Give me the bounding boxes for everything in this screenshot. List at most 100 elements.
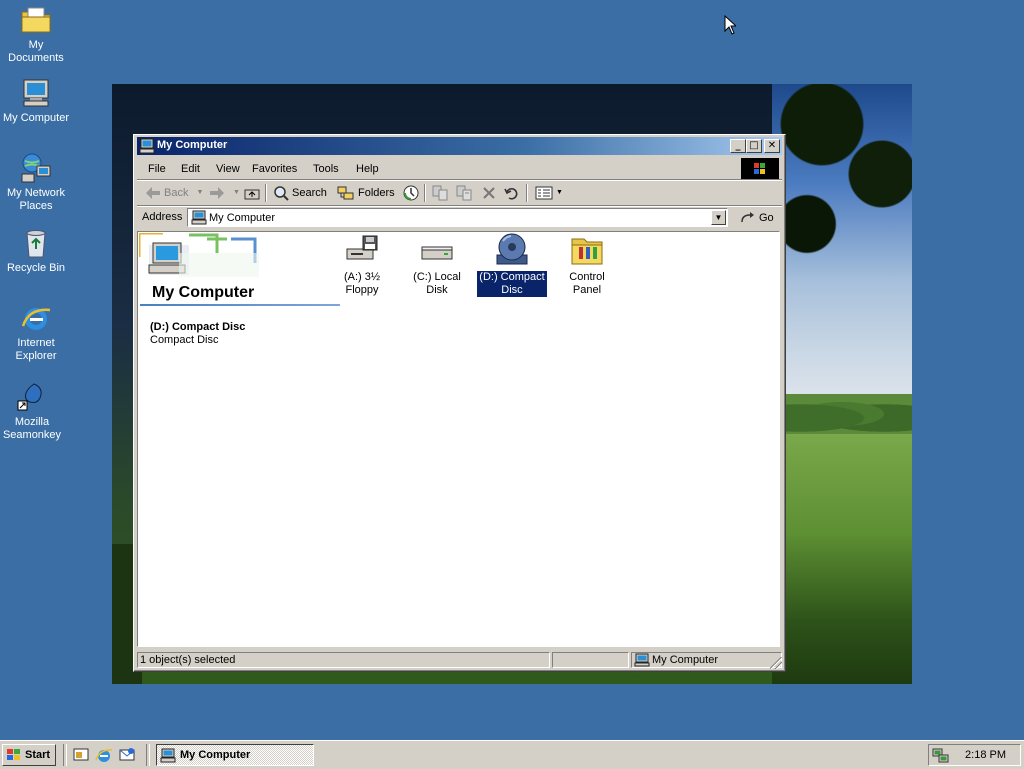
minimize-icon: _ <box>735 140 741 151</box>
search-icon <box>274 186 289 201</box>
undo-icon <box>504 188 518 200</box>
delete-button[interactable] <box>479 183 499 203</box>
address-input[interactable]: My Computer ▼ <box>187 208 728 227</box>
internet-explorer-icon <box>95 749 113 762</box>
network-tray-icon[interactable] <box>932 747 950 763</box>
folder-content-area[interactable]: My Computer (D:) Compact Disc Compact Di… <box>137 231 780 647</box>
quick-launch-internet-explorer[interactable] <box>95 746 113 764</box>
back-label: Back <box>164 187 189 199</box>
my-computer-window: My Computer _ □ ✕ File Edit View Favorit… <box>133 134 786 672</box>
search-button[interactable]: Search <box>270 183 330 203</box>
status-selection-count: 1 object(s) selected <box>137 652 550 668</box>
start-label: Start <box>25 749 51 761</box>
desktop-icon-label: Recycle Bin <box>6 262 66 274</box>
go-button[interactable]: Go <box>740 209 774 227</box>
address-label: Address <box>142 211 183 223</box>
copy-to-button[interactable] <box>453 183 475 203</box>
folders-label: Folders <box>358 187 395 199</box>
search-label: Search <box>292 187 327 199</box>
menu-tools[interactable]: Tools <box>307 161 345 177</box>
desktop-icon-mozilla-seamonkey[interactable]: Mozilla Seamonkey <box>0 381 70 442</box>
desktop-icon-label: Mozilla Seamonkey <box>2 416 62 441</box>
computer-icon <box>20 77 52 109</box>
desktop-icon-network-places[interactable]: My Network Places <box>0 152 74 213</box>
desktop-icon-internet-explorer[interactable]: Internet Explorer <box>0 302 74 363</box>
delete-icon <box>483 187 495 199</box>
views-icon <box>535 186 553 200</box>
desktop-icon-my-computer[interactable]: My Computer <box>0 77 74 125</box>
menu-file[interactable]: File <box>142 161 172 177</box>
taskbar-separator <box>63 744 67 766</box>
desktop-icon-my-documents[interactable]: My Documents <box>0 4 74 65</box>
mouse-cursor-icon <box>724 15 736 35</box>
history-button[interactable] <box>400 183 422 203</box>
address-value: My Computer <box>209 212 276 224</box>
folders-button[interactable]: Folders <box>334 183 398 203</box>
minimize-button[interactable]: _ <box>730 139 746 153</box>
title-bar[interactable]: My Computer _ □ ✕ <box>137 137 782 155</box>
quick-launch-outlook[interactable] <box>118 746 136 764</box>
floppy-drive-icon <box>345 233 379 267</box>
resize-grip[interactable] <box>770 657 782 669</box>
clock[interactable]: 2:18 PM <box>965 749 1006 761</box>
menu-view[interactable]: View <box>210 161 246 177</box>
folder-banner: My Computer <box>137 231 340 306</box>
toolbar-separator <box>424 184 426 202</box>
drive-label: (A:) 3½ Floppy <box>343 271 381 296</box>
start-button[interactable]: Start <box>2 744 56 766</box>
toolbar-separator <box>526 184 528 202</box>
move-to-button[interactable] <box>429 183 451 203</box>
back-button[interactable]: Back ▼ <box>142 183 206 203</box>
maximize-icon: □ <box>749 140 759 151</box>
views-button[interactable]: ▼ <box>532 183 566 203</box>
go-label: Go <box>759 212 774 224</box>
wallpaper-trees <box>772 394 912 434</box>
local-disk-item[interactable]: (C:) Local Disk <box>402 233 472 297</box>
show-desktop-button[interactable] <box>72 746 90 764</box>
forward-dropdown-icon[interactable]: ▼ <box>233 183 240 203</box>
banner-title: My Computer <box>152 284 255 301</box>
taskbar: Start My Computer 2:18 PM <box>0 740 1024 769</box>
recycle-bin-icon <box>20 227 52 259</box>
computer-icon <box>634 653 650 671</box>
desktop-icon-label: My Network Places <box>6 187 66 212</box>
wallpaper-grass <box>772 434 912 684</box>
maximize-button[interactable]: □ <box>746 139 762 153</box>
computer-icon <box>160 748 176 762</box>
control-panel-icon <box>570 233 604 267</box>
desktop-icon-recycle-bin[interactable]: Recycle Bin <box>0 227 74 275</box>
taskbar-button-my-computer[interactable]: My Computer <box>156 744 314 766</box>
floppy-drive-item[interactable]: (A:) 3½ Floppy <box>327 233 397 297</box>
cd-drive-icon <box>495 233 529 267</box>
back-dropdown-icon[interactable]: ▼ <box>196 183 203 203</box>
status-bar: 1 object(s) selected My Computer <box>137 651 782 669</box>
undo-button[interactable] <box>501 183 523 203</box>
up-folder-button[interactable] <box>241 183 263 203</box>
seamonkey-icon <box>16 381 48 413</box>
window-title: My Computer <box>157 139 228 151</box>
network-icon <box>20 152 52 184</box>
banner-underline <box>140 304 340 306</box>
menu-help[interactable]: Help <box>350 161 385 177</box>
control-panel-item[interactable]: Control Panel <box>552 233 622 297</box>
move-to-icon <box>432 185 448 201</box>
compact-disc-item[interactable]: (D:) Compact Disc <box>477 233 547 297</box>
system-tray: 2:18 PM <box>928 744 1021 766</box>
address-dropdown-button[interactable]: ▼ <box>711 210 726 225</box>
computer-icon <box>191 210 207 225</box>
forward-button[interactable]: ▼ <box>206 183 243 203</box>
windows-logo-icon <box>741 158 779 180</box>
close-button[interactable]: ✕ <box>764 139 780 153</box>
outlook-express-icon <box>119 748 135 761</box>
desktop-icon-label: My Computer <box>2 112 70 124</box>
status-zone-label: My Computer <box>652 654 719 666</box>
views-dropdown-icon[interactable]: ▼ <box>556 183 563 203</box>
toolbar-separator <box>265 184 267 202</box>
menu-edit[interactable]: Edit <box>175 161 206 177</box>
desktop-icon-label: My Documents <box>8 39 64 64</box>
folder-documents-icon <box>20 4 52 36</box>
taskbar-separator <box>146 744 150 766</box>
hard-disk-icon <box>420 233 454 267</box>
menu-favorites[interactable]: Favorites <box>246 161 303 177</box>
drive-label: (C:) Local Disk <box>413 271 461 296</box>
